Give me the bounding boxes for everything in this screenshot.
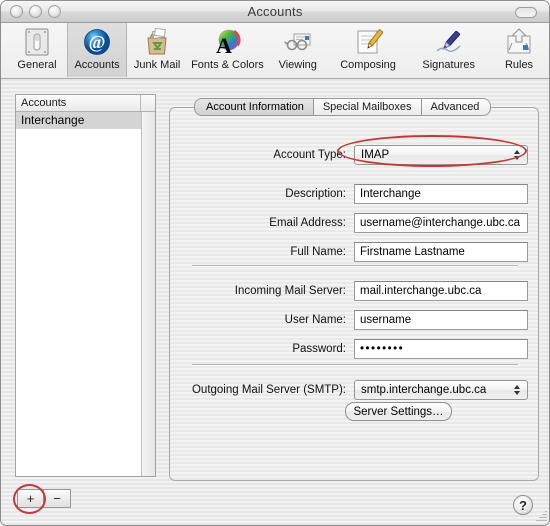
tab-advanced[interactable]: Advanced bbox=[421, 98, 492, 116]
window-titlebar: Accounts bbox=[1, 1, 549, 23]
svg-text:A: A bbox=[216, 33, 232, 57]
toolbar-item-label: Composing bbox=[340, 59, 396, 71]
section-divider bbox=[192, 364, 518, 365]
email-address-input[interactable]: username@interchange.ubc.ca bbox=[354, 213, 528, 233]
toolbar-item-label: Fonts & Colors bbox=[191, 59, 264, 71]
accounts-list-header: Accounts bbox=[16, 95, 155, 112]
remove-account-button[interactable]: − bbox=[44, 489, 71, 508]
help-button[interactable]: ? bbox=[513, 495, 533, 515]
preferences-toolbar: General @ Accounts Junk Mail A Fonts & C… bbox=[1, 23, 549, 79]
incoming-server-input[interactable]: mail.interchange.ubc.ca bbox=[354, 281, 528, 301]
chevron-updown-icon bbox=[510, 146, 523, 164]
tab-bar: Account Information Special Mailboxes Ad… bbox=[194, 98, 492, 116]
account-information-panel: Account Type: IMAP Description: Intercha… bbox=[169, 107, 539, 481]
password-row: Password: •••••••• bbox=[178, 339, 530, 359]
description-row: Description: Interchange bbox=[178, 184, 530, 204]
outgoing-server-label: Outgoing Mail Server (SMTP): bbox=[191, 384, 346, 396]
account-type-popup[interactable]: IMAP bbox=[354, 145, 528, 165]
incoming-server-row: Incoming Mail Server: mail.interchange.u… bbox=[178, 281, 530, 301]
account-type-label: Account Type: bbox=[273, 149, 346, 161]
description-input[interactable]: Interchange bbox=[354, 184, 528, 204]
toolbar-item-rules[interactable]: Rules bbox=[489, 23, 549, 77]
toolbar-toggle-button[interactable] bbox=[515, 7, 537, 18]
account-type-row: Account Type: IMAP bbox=[178, 145, 530, 165]
outgoing-server-row: Outgoing Mail Server (SMTP): smtp.interc… bbox=[178, 380, 530, 400]
general-switch-icon bbox=[21, 26, 53, 58]
fountain-pen-icon bbox=[433, 26, 465, 58]
eyeglasses-icon bbox=[282, 26, 314, 58]
outgoing-server-popup[interactable]: smtp.interchange.ubc.ca bbox=[354, 380, 528, 400]
color-wheel-a-icon: A bbox=[211, 26, 243, 58]
toolbar-item-label: Accounts bbox=[74, 59, 120, 71]
account-type-value: IMAP bbox=[361, 149, 390, 161]
toolbar-item-accounts[interactable]: @ Accounts bbox=[67, 23, 128, 77]
list-item[interactable]: Interchange bbox=[16, 112, 141, 129]
user-name-label: User Name: bbox=[284, 314, 346, 326]
accounts-preferences-window: Accounts General @ Accounts Junk Mail A … bbox=[0, 0, 550, 526]
svg-text:@: @ bbox=[89, 32, 106, 52]
email-address-row: Email Address: username@interchange.ubc.… bbox=[178, 213, 530, 233]
incoming-server-label: Incoming Mail Server: bbox=[234, 285, 346, 297]
toolbar-item-label: Junk Mail bbox=[133, 59, 181, 71]
password-label: Password: bbox=[292, 343, 346, 355]
toolbar-item-label: Signatures bbox=[422, 59, 475, 71]
section-divider bbox=[192, 265, 518, 266]
add-account-button[interactable]: + bbox=[17, 489, 44, 508]
password-input[interactable]: •••••••• bbox=[354, 339, 528, 359]
tab-account-information[interactable]: Account Information bbox=[194, 98, 314, 116]
toolbar-item-fonts-colors[interactable]: A Fonts & Colors bbox=[187, 23, 268, 77]
full-name-row: Full Name: Firstname Lastname bbox=[178, 242, 530, 262]
tab-special-mailboxes[interactable]: Special Mailboxes bbox=[313, 98, 422, 116]
at-sign-icon: @ bbox=[81, 26, 113, 58]
server-settings-button[interactable]: Server Settings… bbox=[345, 402, 452, 421]
junk-mail-bag-icon bbox=[141, 26, 173, 58]
toolbar-item-label: Rules bbox=[504, 59, 534, 71]
rules-arrows-icon bbox=[503, 26, 535, 58]
user-name-row: User Name: username bbox=[178, 310, 530, 330]
toolbar-item-label: Viewing bbox=[278, 59, 317, 71]
user-name-input[interactable]: username bbox=[354, 310, 528, 330]
full-name-label: Full Name: bbox=[290, 246, 346, 258]
accounts-list[interactable]: Accounts Interchange bbox=[15, 94, 156, 477]
pencil-paper-icon bbox=[352, 26, 384, 58]
toolbar-item-general[interactable]: General bbox=[7, 23, 67, 77]
accounts-list-buttons: + − bbox=[17, 489, 71, 508]
accounts-list-scrollbar[interactable] bbox=[141, 112, 155, 476]
chevron-updown-icon bbox=[510, 381, 523, 399]
resize-grip[interactable] bbox=[534, 510, 547, 523]
window-title: Accounts bbox=[247, 4, 303, 19]
toolbar-item-composing[interactable]: Composing bbox=[328, 23, 409, 77]
toolbar-item-viewing[interactable]: Viewing bbox=[268, 23, 328, 77]
description-label: Description: bbox=[285, 188, 346, 200]
full-name-input[interactable]: Firstname Lastname bbox=[354, 242, 528, 262]
toolbar-item-label: General bbox=[17, 59, 57, 71]
email-address-label: Email Address: bbox=[269, 217, 346, 229]
toolbar-item-junk-mail[interactable]: Junk Mail bbox=[127, 23, 187, 77]
toolbar-item-signatures[interactable]: Signatures bbox=[408, 23, 489, 77]
outgoing-server-value: smtp.interchange.ubc.ca bbox=[361, 384, 487, 396]
